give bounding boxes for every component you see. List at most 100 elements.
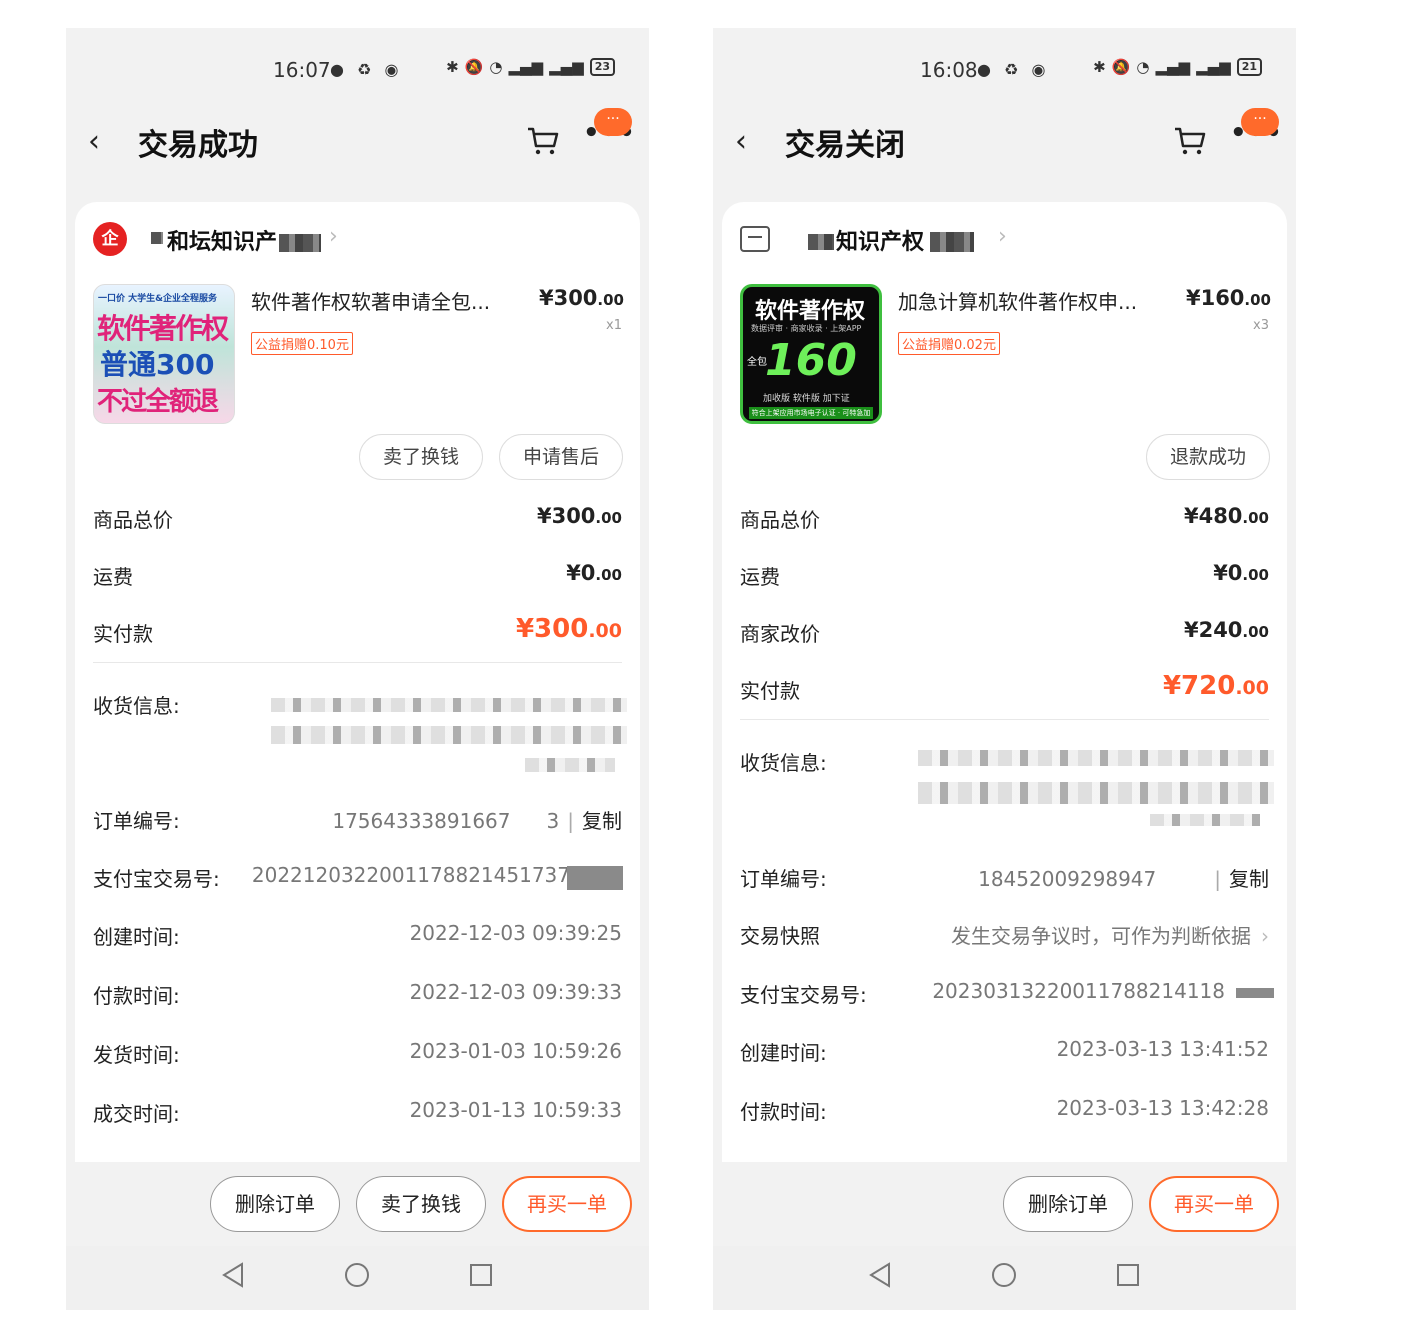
delete-order-button[interactable]: 删除订单 (1003, 1176, 1133, 1232)
separator: | (1214, 867, 1221, 891)
chevron-right-icon: › (1261, 924, 1269, 948)
shop-row[interactable]: 企 和坛知识产 › (93, 222, 622, 262)
value-int: ¥0 (1213, 561, 1243, 585)
order-number-tail: 3 (546, 809, 560, 833)
alipay-value: 20230313220011788214118 (932, 979, 1225, 1003)
sell-button[interactable]: 卖了换钱 (356, 1176, 486, 1232)
row-value: ¥240.00 (1184, 618, 1269, 642)
shipped-time-label: 发货时间: (93, 1043, 180, 1067)
image-text: 加收版 软件版 加下证 (763, 394, 850, 404)
shop-icon: 企 (93, 222, 127, 256)
price-dec: .00 (1244, 291, 1271, 309)
row-label: 商家改价 (740, 622, 820, 646)
buy-again-button[interactable]: 再买一单 (502, 1176, 632, 1232)
nav-home-icon[interactable] (989, 1260, 1019, 1290)
system-nav-bar (713, 1246, 1296, 1310)
cart-icon[interactable] (1173, 126, 1207, 156)
total-row: 商品总价 ¥480.00 (740, 504, 1269, 544)
nav-recent-icon[interactable] (466, 1260, 496, 1290)
value-dec: .00 (588, 620, 622, 642)
wifi-icon: ◔ (1136, 58, 1150, 76)
nav-recent-icon[interactable] (1113, 1260, 1143, 1290)
snapshot-value[interactable]: 发生交易争议时，可作为判断依据 › (951, 920, 1269, 949)
product-image[interactable]: 软件著作权 数据评审 · 商家收录 · 上架APP 全包 160 加收版 软件版… (740, 284, 882, 424)
back-icon[interactable]: ‹ (735, 124, 747, 159)
nav-bar: ‹ 交易关闭 ••• ··· (713, 108, 1296, 198)
order-card: 企 和坛知识产 › 一口价 大学生&企业全程服务 软件著作权 普通300 不过全… (75, 202, 640, 1202)
redaction (808, 234, 834, 250)
signal-icon: ▂▄▆ (1155, 58, 1191, 76)
row-label: 实付款 (93, 622, 153, 646)
created-time-label: 创建时间: (740, 1041, 827, 1065)
completed-time-label: 成交时间: (93, 1102, 180, 1126)
action-bar: 删除订单 再买一单 (713, 1162, 1296, 1246)
copy-button[interactable]: 复制 (582, 809, 622, 833)
nav-home-icon[interactable] (342, 1260, 372, 1290)
chevron-right-icon: › (329, 224, 338, 249)
product-title[interactable]: 软件著作权软著申请全包... (251, 286, 521, 315)
shipping-row: 运费 ¥0.00 (740, 561, 1269, 601)
value-int: ¥300 (536, 504, 596, 528)
paid-time-label: 付款时间: (93, 984, 180, 1008)
copy-button[interactable]: 复制 (1229, 867, 1269, 891)
refund-status-button[interactable]: 退款成功 (1146, 434, 1270, 480)
mute-icon: 🔕 (464, 58, 484, 76)
snapshot-label[interactable]: 交易快照 (740, 920, 820, 949)
delete-order-button[interactable]: 删除订单 (210, 1176, 340, 1232)
divider (93, 662, 622, 663)
paid-time-value: 2022-12-03 09:39:33 (409, 980, 622, 1004)
redaction (271, 698, 627, 712)
after-sale-button[interactable]: 申请售后 (499, 434, 623, 480)
message-badge[interactable]: ··· (1241, 108, 1279, 136)
paid-value: ¥720.00 (1163, 671, 1269, 701)
row-label: 实付款 (740, 679, 800, 703)
bluetooth-icon: ✱ (1093, 58, 1106, 76)
completed-time-value: 2023-01-13 10:59:33 (409, 1098, 622, 1122)
shop-icon (740, 226, 770, 252)
created-time-label: 创建时间: (93, 925, 180, 949)
redaction (918, 782, 1274, 804)
value-dec: .00 (1242, 509, 1269, 527)
redaction (1150, 814, 1260, 826)
order-screen-closed: 16:08 ● ♻ ◉ ✱ 🔕 ◔ ▂▄▆ ▂▄▆ 21 ‹ 交易关闭 ••• … (713, 28, 1296, 1310)
shop-name: 知识产权 (836, 230, 925, 255)
separator: | (567, 809, 574, 833)
redaction (525, 758, 615, 772)
back-icon[interactable]: ‹ (88, 124, 100, 159)
row-label: 商品总价 (93, 508, 173, 532)
alipay-label: 支付宝交易号: (740, 983, 867, 1007)
wifi-icon: ◔ (489, 58, 503, 76)
address-label: 收货信息: (740, 751, 827, 775)
notification-icons: ● ♻ ◉ (977, 60, 1050, 79)
buy-again-button[interactable]: 再买一单 (1149, 1176, 1279, 1232)
nav-back-icon[interactable] (218, 1260, 248, 1290)
redaction (930, 232, 974, 252)
signal-icon: ▂▄▆ (508, 58, 544, 76)
product-title[interactable]: 加急计算机软件著作权申... (898, 286, 1168, 315)
cart-icon[interactable] (526, 126, 560, 156)
message-badge[interactable]: ··· (594, 108, 632, 136)
product-image[interactable]: 一口价 大学生&企业全程服务 软件著作权 普通300 不过全额退 (93, 284, 235, 424)
sell-button[interactable]: 卖了换钱 (359, 434, 483, 480)
created-time-value: 2023-03-13 13:41:52 (1056, 1037, 1269, 1061)
product-quantity: x1 (606, 318, 622, 333)
nav-back-icon[interactable] (865, 1260, 895, 1290)
paid-time-value: 2023-03-13 13:42:28 (1056, 1096, 1269, 1120)
value-dec: .00 (1242, 623, 1269, 641)
row-value: ¥300.00 (537, 504, 622, 528)
price-dec: .00 (597, 291, 624, 309)
status-time: 16:07 (273, 58, 331, 82)
shop-row[interactable]: 知识产权 › (740, 222, 1269, 262)
redaction (271, 726, 627, 744)
status-icons: ✱ 🔕 ◔ ▂▄▆ ▂▄▆ 21 (1093, 58, 1262, 76)
value-dec: .00 (595, 509, 622, 527)
status-bar: 16:07 ● ♻ ◉ ✱ 🔕 ◔ ▂▄▆ ▂▄▆ 23 (66, 28, 649, 108)
value-dec: .00 (1242, 566, 1269, 584)
value-int: ¥0 (566, 561, 596, 585)
snapshot-hint: 发生交易争议时，可作为判断依据 (951, 924, 1251, 948)
product-quantity: x3 (1253, 318, 1269, 333)
product-price: ¥160.00 (1186, 286, 1271, 310)
image-text: 全包 (747, 357, 767, 368)
order-number: 17564333891667 (332, 809, 511, 833)
order-card: 知识产权 › 软件著作权 数据评审 · 商家收录 · 上架APP 全包 160 … (722, 202, 1287, 1202)
